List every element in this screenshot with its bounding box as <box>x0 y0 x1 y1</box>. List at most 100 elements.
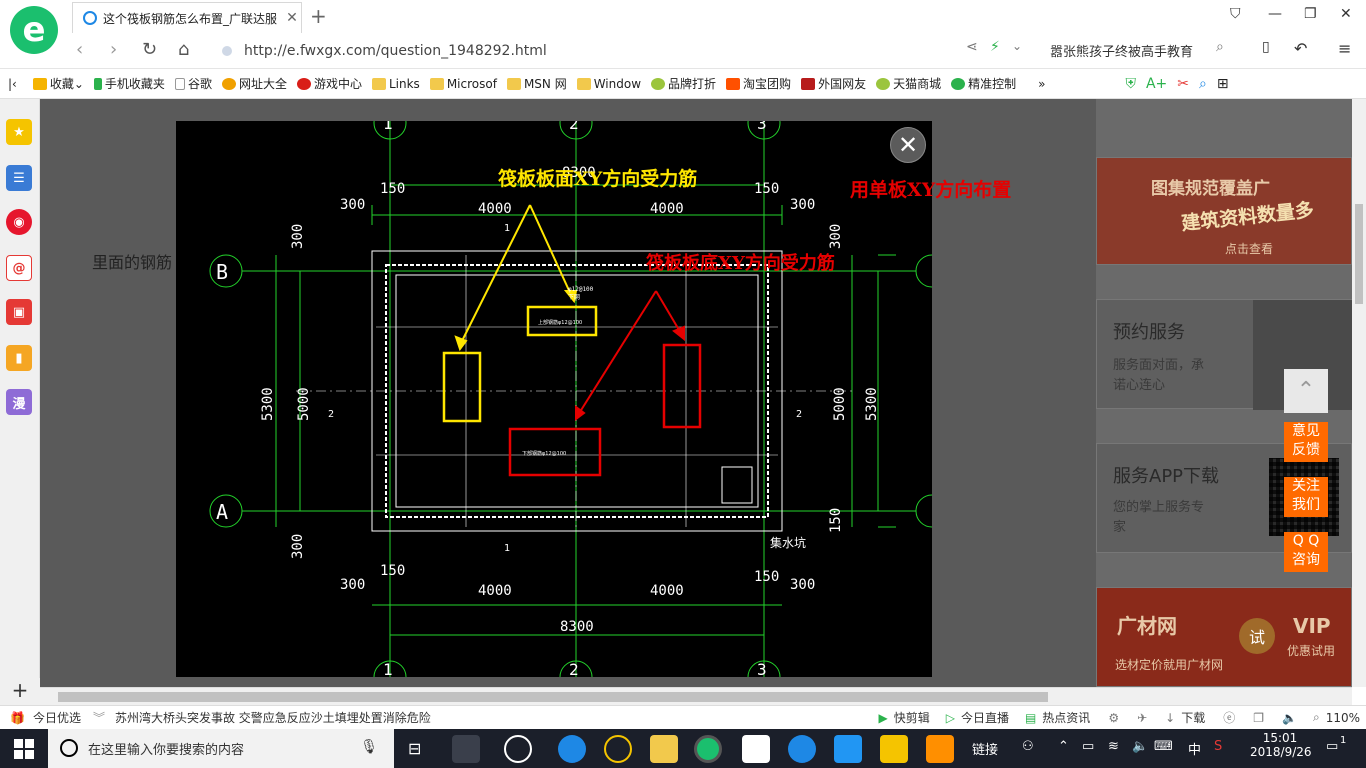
refresh-icon[interactable]: ↻ <box>142 39 157 60</box>
book-icon[interactable]: ▮ <box>6 345 32 371</box>
search-icon[interactable]: ⌕ <box>1199 76 1207 92</box>
search-icon[interactable]: ⌕ <box>1216 39 1224 55</box>
sidebar-add-button[interactable]: + <box>0 678 40 705</box>
back-to-top-button[interactable]: ⌃ <box>1284 369 1328 413</box>
links-toolbar[interactable]: 链接 <box>972 739 998 758</box>
task-view-icon[interactable]: ⊟ <box>408 739 421 758</box>
bookmark-games[interactable]: 游戏中心 <box>296 75 362 92</box>
more-bookmarks-icon[interactable]: » <box>1038 77 1045 91</box>
ie-icon[interactable]: ⓔ <box>1223 709 1235 726</box>
bookmark-mobile[interactable]: 手机收藏夹 <box>93 75 165 92</box>
clock[interactable]: 15:01 2018/9/26 <box>1250 731 1312 759</box>
status-item-download[interactable]: 下载 <box>1181 709 1205 726</box>
game-icon[interactable]: ▣ <box>6 299 32 325</box>
back-icon[interactable]: ‹ <box>76 39 83 60</box>
today-picks[interactable]: 今日优选 <box>33 709 81 726</box>
vertical-scrollbar[interactable] <box>1352 99 1366 687</box>
volume-icon[interactable]: 🔈 <box>1132 739 1148 754</box>
bookmark-url-directory[interactable]: 网址大全 <box>221 75 287 92</box>
home-icon[interactable]: ⌂ <box>178 39 189 60</box>
share-icon[interactable]: ⋖ <box>966 39 978 55</box>
lightning-icon[interactable]: ⚡ <box>990 39 1000 55</box>
feedback-button[interactable]: 意见 反馈 <box>1284 422 1328 462</box>
bookmark-precise-control[interactable]: 精准控制 <box>951 75 1016 92</box>
scissors-icon[interactable]: ✂ <box>1177 76 1189 92</box>
windows-start-icon[interactable] <box>14 739 34 759</box>
edge-icon[interactable] <box>558 735 586 763</box>
favorites-star-icon[interactable]: ★ <box>6 119 32 145</box>
app-g-icon[interactable] <box>788 735 816 763</box>
people-icon[interactable]: ⚇ <box>1022 739 1034 754</box>
minimize-button[interactable]: — <box>1268 6 1282 22</box>
shirt-icon[interactable]: ⛉ <box>1230 6 1241 22</box>
file-explorer-icon[interactable] <box>650 735 678 763</box>
app-fan-icon[interactable] <box>452 735 480 763</box>
bookmark-windows[interactable]: Window <box>576 77 641 91</box>
ie-yellow-icon[interactable] <box>604 735 632 763</box>
tray-expand-icon[interactable]: ⌃ <box>1058 739 1069 754</box>
zoom-level[interactable]: 110% <box>1326 711 1360 725</box>
status-item-live[interactable]: 今日直播 <box>961 709 1009 726</box>
wifi-icon[interactable]: ≋ <box>1108 739 1119 754</box>
email-icon[interactable]: @ <box>6 255 32 281</box>
guangcai-ad[interactable]: 广材网 试 VIP 优惠试用 选材定价就用广材网 <box>1096 587 1352 687</box>
network-icon[interactable]: ▭ <box>1082 739 1094 754</box>
notes-icon[interactable] <box>880 735 908 763</box>
horizontal-scrollbar[interactable] <box>40 687 1352 705</box>
image-viewer[interactable]: 上部钢筋φ12@100 下部钢筋φ12@100 4000 4000 8300 1… <box>176 121 932 677</box>
translate-icon[interactable]: A+ <box>1146 76 1167 92</box>
weibo-icon[interactable]: ◉ <box>6 209 32 235</box>
taskbar-search-box[interactable]: 在这里输入你要搜索的内容 🎙 <box>48 729 394 768</box>
bookmark-tmall[interactable]: 天猫商城 <box>876 75 941 92</box>
scroll-thumb[interactable] <box>58 692 1048 702</box>
microphone-icon[interactable]: 🎙 <box>360 739 378 755</box>
viewer-close-button[interactable]: ✕ <box>890 127 926 163</box>
pin-icon[interactable]: ✈ <box>1137 711 1147 725</box>
browser-tab[interactable]: 这个筏板钢筋怎么布置_广联达服 ✕ <box>72 2 302 33</box>
follow-us-button[interactable]: 关注 我们 <box>1284 477 1328 517</box>
app-plus-icon[interactable] <box>834 735 862 763</box>
app-pdf-icon[interactable] <box>926 735 954 763</box>
apps-icon[interactable]: ⊞ <box>1217 76 1229 92</box>
tab-close-icon[interactable]: ✕ <box>283 10 301 26</box>
news-ad-text[interactable]: 嚣张熊孩子终被高手教育 <box>1050 41 1193 60</box>
address-bar[interactable]: http://e.fwxgx.com/question_1948292.html <box>222 38 1042 64</box>
bookmarks-toggle-icon[interactable]: |‹ <box>8 77 17 91</box>
sound-icon[interactable]: 🔈 <box>1282 711 1297 725</box>
notification-icon[interactable]: ▭ <box>1326 739 1338 754</box>
qq-consult-button[interactable]: Q Q 咨询 <box>1284 532 1328 572</box>
ie-icon[interactable] <box>504 735 532 763</box>
bookmark-links[interactable]: Links <box>371 77 420 91</box>
status-item-hotnews[interactable]: 热点资讯 <box>1042 709 1090 726</box>
shield-icon[interactable]: ⛨ <box>1125 76 1136 92</box>
bookmark-google[interactable]: 谷歌 <box>174 75 212 92</box>
new-tab-button[interactable]: + <box>310 4 327 28</box>
close-window-button[interactable]: ✕ <box>1340 6 1352 22</box>
window-icon[interactable]: ❐ <box>1253 711 1264 725</box>
news-ticker[interactable]: 苏州湾大桥头突发事故 交警应急反应沙土填埋处置消除危险 <box>115 709 431 726</box>
keyboard-icon[interactable]: ⌨ <box>1154 739 1173 754</box>
bookmark-foreign-friends[interactable]: 外国网友 <box>801 75 866 92</box>
comic-icon[interactable]: 漫 <box>6 389 32 415</box>
bookmark-microsoft[interactable]: Microsof <box>429 77 497 91</box>
bookmark-taobao[interactable]: 淘宝团购 <box>726 75 791 92</box>
phone-icon[interactable]: ▯ <box>1262 39 1270 55</box>
news-list-icon[interactable]: ☰ <box>6 165 32 191</box>
banner-ad[interactable]: 图集规范覆盖广 建筑资料数量多 点击查看 <box>1096 157 1352 265</box>
browser-logo[interactable]: e <box>10 6 58 54</box>
scroll-thumb[interactable] <box>1355 204 1363 304</box>
bookmark-brand-discount[interactable]: 品牌打折 <box>651 75 716 92</box>
status-item-clip[interactable]: 快剪辑 <box>894 709 930 726</box>
ime-indicator[interactable]: 中 <box>1188 739 1201 758</box>
bookmark-msn[interactable]: MSN 网 <box>506 75 567 92</box>
bookmark-favorites[interactable]: 收藏 ⌄ <box>32 75 84 92</box>
mail-icon[interactable] <box>742 735 770 763</box>
chevron-down-icon[interactable]: ⌄ <box>1012 39 1022 53</box>
browser-taskbar-icon[interactable] <box>694 735 722 763</box>
site-info-icon[interactable] <box>222 46 232 56</box>
menu-icon[interactable]: ≡ <box>1338 39 1351 58</box>
settings-icon[interactable]: ⚙ <box>1108 711 1119 725</box>
undo-icon[interactable]: ↶ <box>1294 39 1307 58</box>
banner-link[interactable]: 点击查看 <box>1225 240 1273 257</box>
forward-icon[interactable]: › <box>110 39 117 60</box>
